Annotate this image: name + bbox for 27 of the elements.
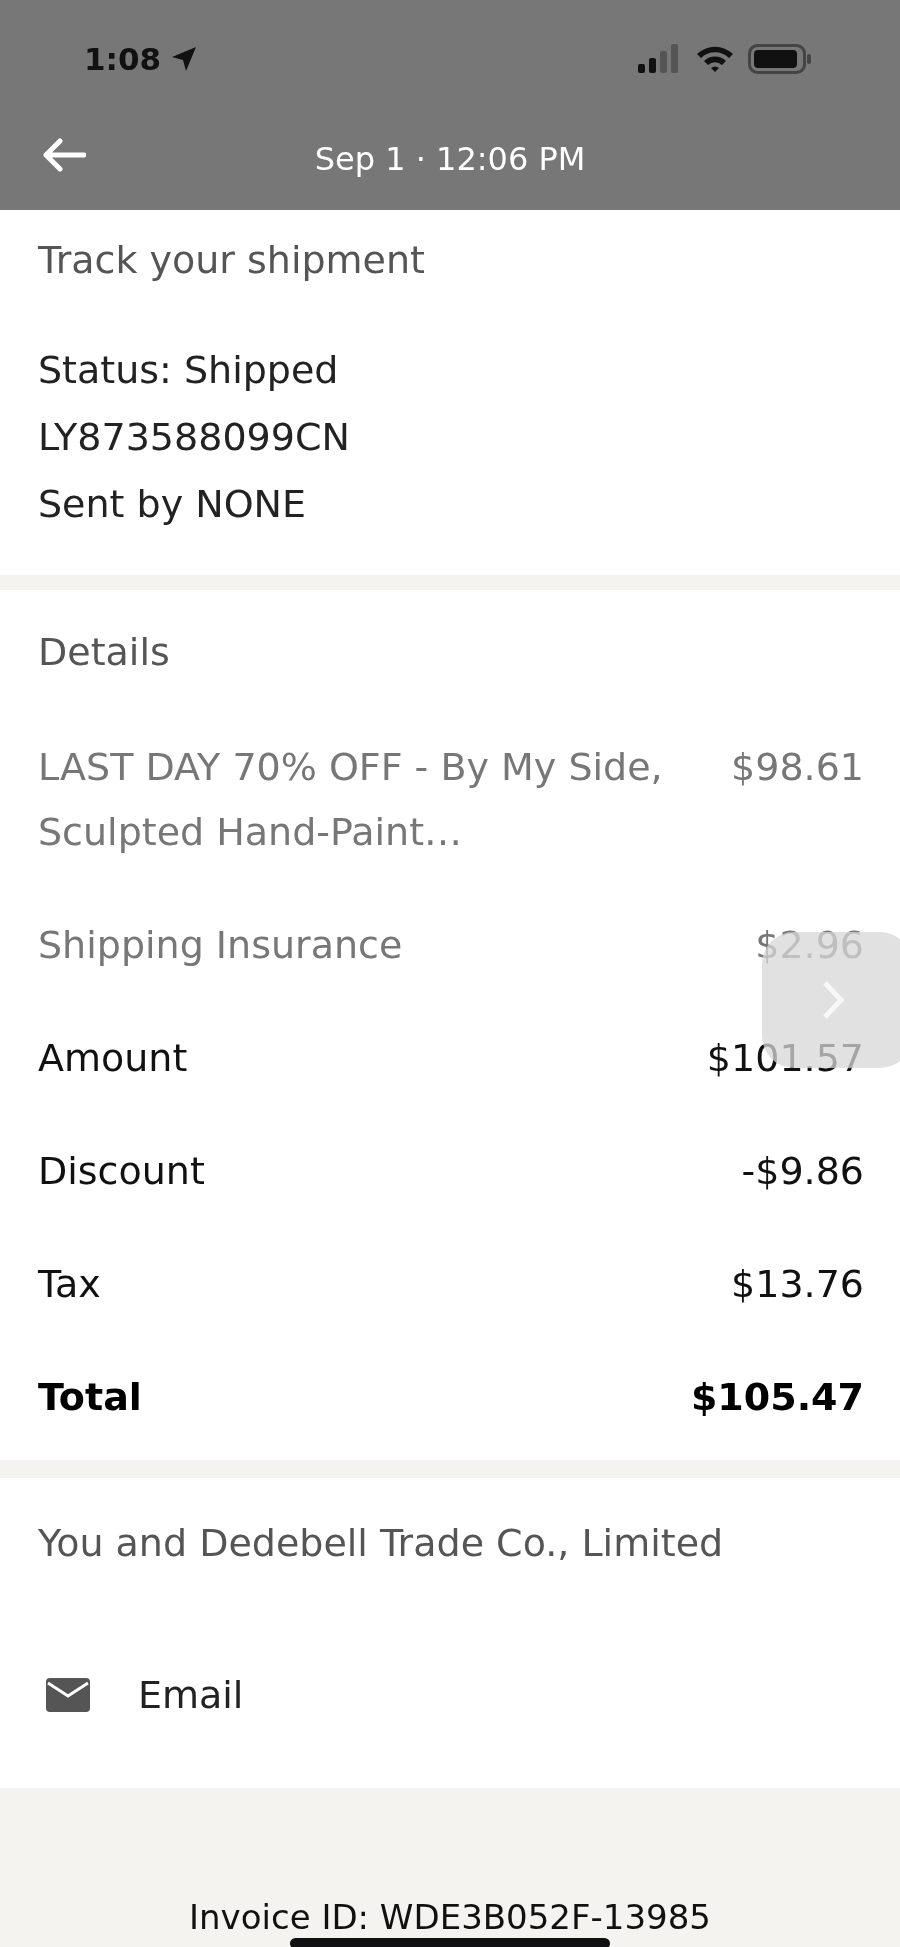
clock-time: 1:08 — [84, 41, 162, 77]
amount-value: $105.47 — [690, 1374, 864, 1421]
summary-label: Discount — [38, 1148, 205, 1195]
summary-label: Tax — [38, 1261, 101, 1308]
section-heading: Track your shipment — [38, 238, 425, 282]
wifi-icon — [696, 45, 734, 73]
line-item-label: Shipping Insurance — [38, 922, 403, 969]
envelope-icon — [46, 1678, 90, 1712]
amount-value: $101.57 — [706, 1035, 864, 1082]
summary-label: Total — [38, 1374, 142, 1421]
screen-title: Sep 1 · 12:06 PM — [314, 139, 586, 178]
amount-value: -$9.86 — [741, 1148, 864, 1195]
tracking-info: LY873588099CN — [38, 414, 350, 461]
back-arrow-icon — [42, 138, 86, 172]
back-button[interactable] — [42, 138, 86, 172]
email-button[interactable]: Email — [38, 1665, 252, 1725]
tracking-info: Sent by NONE — [38, 481, 307, 528]
summary-label: Amount — [38, 1035, 188, 1082]
line-item-label: LAST DAY 70% OFF - By My Side, Sculpted Hand-Paint… — [38, 744, 664, 856]
section-heading: Details — [38, 629, 170, 676]
invoice-id: Invoice ID: WDE3B052F-13985 — [189, 1897, 711, 1937]
tracking-info: Status: Shipped — [38, 347, 339, 394]
section-heading: You and Dedebell Trade Co., Limited — [38, 1520, 724, 1567]
amount-value: $13.76 — [731, 1261, 864, 1308]
amount-value: $2.96 — [755, 922, 864, 969]
amount-value: $98.61 — [731, 744, 864, 791]
battery-icon — [748, 44, 812, 74]
